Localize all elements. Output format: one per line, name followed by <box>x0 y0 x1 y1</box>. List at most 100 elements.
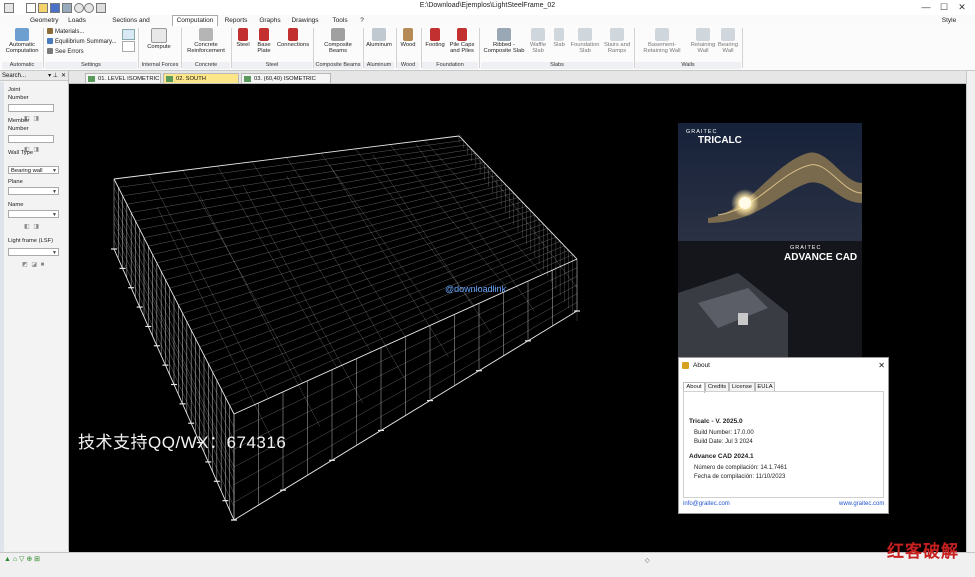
retaining-wall-button[interactable]: Retaining Wall <box>689 28 717 54</box>
name-select[interactable]: ▼ <box>8 210 59 218</box>
see-errors-label: See Errors <box>55 49 84 55</box>
about-dialog: About ✕ About Credits License EULA Trica… <box>678 357 889 514</box>
tab-help[interactable]: ? <box>357 16 367 26</box>
basement-wall-button[interactable]: Basement-Retaining Wall <box>636 28 688 54</box>
member-number-input[interactable] <box>8 135 54 143</box>
about-title-bar: About ✕ <box>679 358 888 373</box>
tab-level-isometric-label: 01. LEVEL ISOMETRIC <box>98 76 160 82</box>
foundation-slab-button[interactable]: Foundation Slab <box>569 28 601 54</box>
light-frame-select[interactable]: ▼ <box>8 248 59 256</box>
group-label-slabs: Slabs <box>481 62 633 69</box>
group-label-settings: Settings <box>45 62 137 69</box>
basement-wall-icon <box>655 28 669 41</box>
maximize-button[interactable]: ☐ <box>935 1 953 13</box>
tab-graphs[interactable]: Graphs <box>257 16 283 26</box>
group-label-foundation: Foundation <box>422 62 478 69</box>
tab-level-isometric[interactable]: 01. LEVEL ISOMETRIC <box>85 73 161 83</box>
equilibrium-summary-label: Equilibrium Summary... <box>55 39 117 45</box>
concrete-reinforcement-label: Concrete Reinforcement <box>187 42 225 54</box>
waffle-slab-icon <box>531 28 545 41</box>
wood-icon <box>403 28 413 41</box>
aluminum-button[interactable]: Aluminum <box>365 28 393 48</box>
wood-label: Wood <box>400 42 416 48</box>
slab-icon <box>554 28 564 41</box>
stairs-ramps-label: Stairs and Ramps <box>603 42 631 54</box>
pile-caps-button[interactable]: Pile Caps and Piles <box>448 28 476 54</box>
group-label-composite-beams: Composite Beams <box>314 62 362 69</box>
compute-button[interactable]: Compute <box>142 28 176 50</box>
waffle-slab-button[interactable]: Waffle Slab <box>527 28 549 54</box>
footing-button[interactable]: Footing <box>423 28 447 48</box>
light-frame-tools-icon[interactable]: ◩ ◪ ■ <box>22 261 45 268</box>
compute-label: Compute <box>147 44 171 50</box>
wall-type-select[interactable]: Bearing wall ▼ <box>8 166 59 174</box>
connections-label: Connections <box>276 42 310 48</box>
tab-tools[interactable]: Tools <box>329 16 351 26</box>
search-label: Search... <box>2 73 27 79</box>
settings-option-icon-2[interactable] <box>122 41 135 52</box>
bearing-wall-button[interactable]: Bearing Wall <box>717 28 739 54</box>
equilibrium-summary-button[interactable]: Equilibrium Summary... <box>47 38 117 46</box>
steel-icon <box>238 28 248 41</box>
composite-beams-button[interactable]: Composite Beams <box>316 28 360 54</box>
tab-south-isometric[interactable]: 02. SOUTH ISOMETRIC <box>163 73 239 92</box>
panel-search[interactable]: Search... ▾ ⊥ ✕ <box>0 71 68 81</box>
tab-drawings[interactable]: Drawings <box>290 16 320 26</box>
tab-reports[interactable]: Reports <box>222 16 250 26</box>
group-label-aluminum: Aluminum <box>364 62 394 69</box>
watermark-left: 技术支持QQ/WX：674316 <box>78 433 287 452</box>
plane-select[interactable]: ▼ <box>8 187 59 195</box>
waffle-slab-label: Waffle Slab <box>529 42 547 54</box>
concrete-reinforcement-button[interactable]: Concrete Reinforcement <box>183 28 229 54</box>
group-label-concrete: Concrete <box>182 62 230 69</box>
materials-icon <box>47 28 53 35</box>
automatic-computation-button[interactable]: Automatic Computation <box>3 28 41 54</box>
tab-sections-databases[interactable]: Sections and Databases <box>96 16 166 34</box>
close-button[interactable]: ✕ <box>953 1 971 13</box>
title-bar: E:\Download\Ejemplos\LightSteelFrame_02 … <box>0 0 975 16</box>
footing-label: Footing <box>425 42 445 48</box>
vertical-scrollbar[interactable] <box>966 71 975 552</box>
joint-number-input[interactable] <box>8 104 54 112</box>
name-tools-icon[interactable]: ◧ ◨ <box>24 223 40 230</box>
minimize-button[interactable]: — <box>917 1 935 13</box>
close-icon[interactable]: ✕ <box>878 358 885 373</box>
chevron-down-icon: ▼ <box>52 250 57 256</box>
properties-panel: Search... ▾ ⊥ ✕ Joint Number ◧ ◨ Member … <box>0 71 69 552</box>
status-bar: ▲ ⌂ ▽ ⊕ ⊞ ◇ <box>0 552 975 577</box>
retaining-wall-icon <box>696 28 710 41</box>
style-menu[interactable]: Style <box>938 16 960 26</box>
product1-version: Tricalc - V. 2025.0 <box>689 418 743 425</box>
about-title: About <box>693 362 710 369</box>
materials-label: Materials... <box>55 29 85 35</box>
view-icon <box>88 76 95 82</box>
group-label-automatic: Automatic <box>2 62 42 69</box>
website-link[interactable]: www.graitec.com <box>839 501 884 507</box>
ribbed-slab-button[interactable]: Ribbed - Composite Slab <box>482 28 526 54</box>
stairs-ramps-button[interactable]: Stairs and Ramps <box>602 28 632 54</box>
retaining-wall-label: Retaining Wall <box>690 42 716 54</box>
base-plate-button[interactable]: Base Plate <box>254 28 274 54</box>
panel-close-icon[interactable]: ✕ <box>61 71 66 81</box>
splash-brand-bottom: GRAITEC <box>790 245 822 251</box>
connections-button[interactable]: Connections <box>276 28 310 48</box>
plane-label: Plane <box>8 179 23 185</box>
member-number-label: Number <box>8 126 29 132</box>
group-label-steel: Steel <box>232 62 312 69</box>
resize-grip-icon[interactable]: ◇ <box>645 557 650 564</box>
pin-icon[interactable]: ▾ ⊥ <box>48 71 58 81</box>
see-errors-button[interactable]: See Errors <box>47 48 84 56</box>
materials-button[interactable]: Materials... <box>47 28 84 36</box>
window-title: E:\Download\Ejemplos\LightSteelFrame_02 <box>419 2 556 9</box>
footing-icon <box>430 28 440 41</box>
email-link[interactable]: info@graitec.com <box>683 501 730 507</box>
status-tool-icons[interactable]: ▲ ⌂ ▽ ⊕ ⊞ <box>4 555 40 563</box>
compute-icon <box>151 28 167 43</box>
settings-option-icon[interactable] <box>122 29 135 40</box>
wood-button[interactable]: Wood <box>398 28 418 48</box>
steel-button[interactable]: Steel <box>233 28 253 48</box>
tab-6040-isometric[interactable]: 03. (60,40) ISOMETRIC <box>241 73 331 83</box>
slab-button[interactable]: Slab <box>550 28 568 48</box>
tab-loads[interactable]: Loads <box>66 16 88 26</box>
tab-geometry[interactable]: Geometry <box>30 16 59 26</box>
